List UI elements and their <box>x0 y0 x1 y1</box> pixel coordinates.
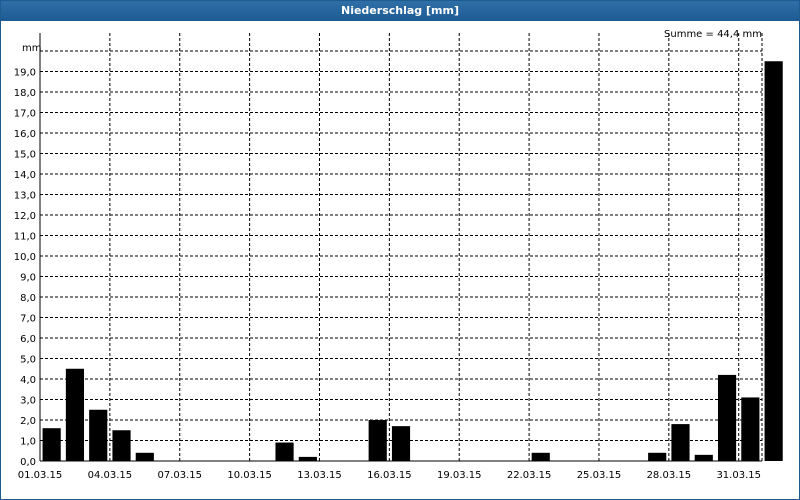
x-tick-label: 28.03.15 <box>647 470 692 481</box>
y-tick-label: 5,0 <box>20 355 36 366</box>
bar-11.03.15 <box>275 442 294 461</box>
y-tick-label: 19,0 <box>14 68 36 79</box>
precipitation-chart: 0,0 1,0 2,0 3,0 4,0 5,0 6,0 7,0 8,0 9,0 10,0 11,0 12… <box>14 29 783 481</box>
y-tick-label: 2,0 <box>20 416 36 427</box>
x-tick-label: 01.03.15 <box>18 470 63 481</box>
bar-03.03.15 <box>89 409 108 461</box>
y-tick-label: 16,0 <box>14 129 36 140</box>
x-tick-label: 13.03.15 <box>297 470 342 481</box>
y-tick-label: 3,0 <box>20 396 36 407</box>
bar-12.03.15 <box>298 456 317 461</box>
bars <box>42 61 783 461</box>
x-tick-label: 25.03.15 <box>577 470 622 481</box>
x-tick-label: 07.03.15 <box>157 470 202 481</box>
y-tick-label: 15,0 <box>14 150 36 161</box>
bar-02.03.15 <box>65 368 85 461</box>
axes: 0,0 1,0 2,0 3,0 4,0 5,0 6,0 7,0 8,0 9,0 10,0 11,0 12… <box>14 33 762 481</box>
y-tick-label: 17,0 <box>14 109 36 120</box>
x-tick-label: 31.03.15 <box>716 470 761 481</box>
y-tick-label: 9,0 <box>20 273 36 284</box>
y-tick-label: 7,0 <box>20 314 36 325</box>
x-tick-label: 04.03.15 <box>88 470 133 481</box>
y-tick-label: 1,0 <box>20 437 36 448</box>
bar-31.03.15 <box>741 397 760 461</box>
x-tick-label: 19.03.15 <box>437 470 482 481</box>
bar-22.03.15 <box>531 452 550 461</box>
y-tick-label: 14,0 <box>14 170 36 181</box>
grid <box>40 33 763 461</box>
y-tick-label: 18,0 <box>14 88 36 99</box>
bar-05.03.15 <box>135 452 154 461</box>
y-tick-label: 0,0 <box>20 457 36 468</box>
y-tick-label: 13,0 <box>14 191 36 202</box>
bar-04.03.15 <box>112 430 131 461</box>
bar-undefined <box>764 61 783 461</box>
y-tick-label: 11,0 <box>14 232 36 243</box>
y-tick-label: 10,0 <box>14 252 36 263</box>
x-tick-label: 10.03.15 <box>227 470 272 481</box>
bar-16.03.15 <box>391 426 411 461</box>
y-tick-label: 6,0 <box>20 334 36 345</box>
x-tick-label: 16.03.15 <box>367 470 412 481</box>
y-tick-label: 4,0 <box>20 375 36 386</box>
sum-annotation: Summe = 44,4 mm <box>664 29 762 40</box>
bar-30.03.15 <box>717 374 737 461</box>
y-tick-label: 12,0 <box>14 211 36 222</box>
y-tick-label: 8,0 <box>20 293 36 304</box>
bar-01.03.15 <box>42 428 61 461</box>
y-unit-label: mm <box>22 43 41 54</box>
bar-27.03.15 <box>648 452 667 461</box>
bar-29.03.15 <box>694 454 713 461</box>
bar-28.03.15 <box>671 424 690 461</box>
bar-15.03.15 <box>368 420 387 461</box>
x-tick-label: 22.03.15 <box>507 470 552 481</box>
